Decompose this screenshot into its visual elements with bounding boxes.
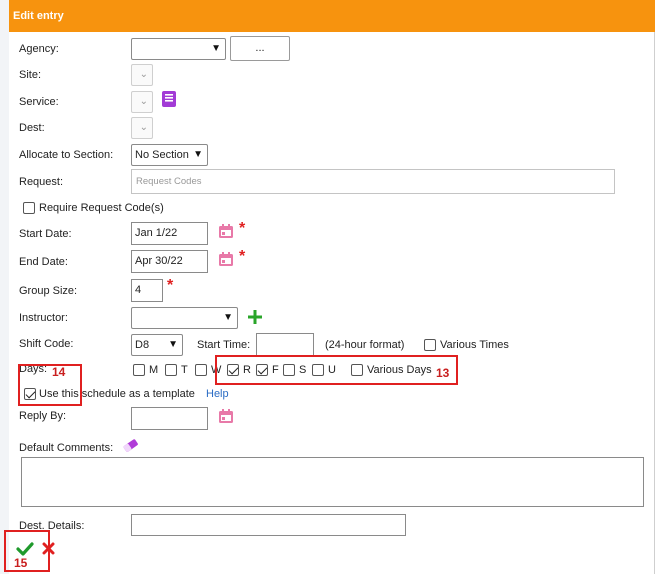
agency-browse-button[interactable]: ... — [230, 36, 290, 61]
eraser-icon[interactable] — [122, 438, 140, 454]
require-codes-label: Require Request Code(s) — [39, 202, 164, 214]
site-select[interactable]: ⌄ — [131, 64, 153, 86]
book-icon[interactable] — [161, 90, 177, 108]
dest-label: Dest: — [19, 122, 45, 134]
annotation-box-days — [215, 355, 458, 385]
day-checkbox-m[interactable] — [133, 364, 145, 376]
allocate-label: Allocate to Section: — [19, 149, 114, 161]
chevron-down-icon: ▼ — [168, 339, 178, 350]
chevron-down-icon: ▼ — [193, 149, 203, 160]
request-label: Request: — [19, 176, 64, 188]
dialog-title: Edit entry — [9, 0, 655, 32]
edit-entry-dialog: Edit entry Agency: ▼ ... Site: ⌄ Service… — [9, 0, 655, 574]
service-select[interactable]: ⌄ — [131, 91, 153, 113]
default-comments-label: Default Comments: — [19, 442, 114, 454]
chevron-down-icon: ▼ — [211, 43, 221, 54]
reply-by-input[interactable] — [131, 407, 208, 430]
annotation-number-days: 13 — [436, 366, 450, 380]
calendar-icon[interactable] — [218, 223, 234, 239]
start-time-input[interactable] — [256, 333, 314, 356]
time-format-hint: (24-hour format) — [325, 339, 405, 351]
request-codes-input[interactable]: Request Codes — [131, 169, 615, 194]
required-marker: * — [239, 220, 246, 237]
annotation-number-actions: 15 — [14, 556, 28, 570]
day-label-t: T — [181, 364, 188, 376]
chevron-down-icon: ⌄ — [139, 122, 148, 133]
calendar-icon[interactable] — [218, 251, 234, 267]
day-checkbox-w[interactable] — [195, 364, 207, 376]
agency-label: Agency: — [19, 43, 59, 55]
start-date-label: Start Date: — [19, 228, 72, 240]
start-time-label: Start Time: — [197, 339, 251, 351]
start-date-input[interactable]: Jan 1/22 — [131, 222, 208, 245]
allocate-select[interactable]: No Section ▼ — [131, 144, 208, 166]
end-date-label: End Date: — [19, 256, 68, 268]
annotation-box-template — [18, 364, 82, 406]
reply-by-label: Reply By: — [19, 410, 67, 422]
calendar-icon[interactable] — [218, 408, 234, 424]
various-times-label: Various Times — [440, 339, 509, 351]
group-size-input[interactable]: 4 — [131, 279, 163, 302]
required-marker: * — [167, 277, 174, 294]
help-link[interactable]: Help — [206, 388, 229, 400]
dest-select[interactable]: ⌄ — [131, 117, 153, 139]
instructor-select[interactable]: ▼ — [131, 307, 238, 329]
shift-code-label: Shift Code: — [19, 338, 74, 350]
chevron-down-icon: ▼ — [223, 312, 233, 323]
group-size-label: Group Size: — [19, 285, 78, 297]
instructor-label: Instructor: — [19, 312, 68, 324]
shift-code-select[interactable]: D8 ▼ — [131, 334, 183, 356]
default-comments-textarea[interactable] — [21, 457, 644, 507]
chevron-down-icon: ⌄ — [139, 69, 148, 80]
service-label: Service: — [19, 96, 59, 108]
required-marker: * — [239, 248, 246, 265]
annotation-number-template: 14 — [52, 365, 66, 379]
chevron-down-icon: ⌄ — [139, 96, 148, 107]
dest-details-input[interactable] — [131, 514, 406, 536]
add-icon[interactable] — [248, 310, 262, 324]
agency-select[interactable]: ▼ — [131, 38, 226, 60]
end-date-input[interactable]: Apr 30/22 — [131, 250, 208, 273]
require-codes-checkbox[interactable] — [23, 202, 35, 214]
day-label-m: M — [149, 364, 159, 376]
day-checkbox-t[interactable] — [165, 364, 177, 376]
site-label: Site: — [19, 69, 42, 81]
background-page-strip — [0, 0, 9, 574]
various-times-checkbox[interactable] — [424, 339, 436, 351]
